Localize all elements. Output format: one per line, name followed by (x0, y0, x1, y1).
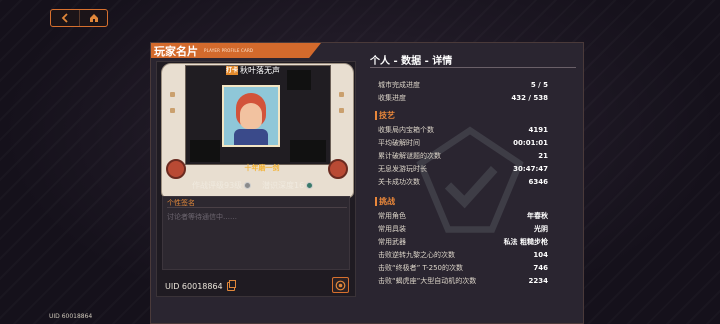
panel-title-bar: 玩家名片 PLAYER PROFILE CARD (151, 43, 321, 58)
left-dial-button (166, 159, 186, 179)
screen-banner: 十年磨一剑 (244, 164, 280, 172)
stat-label: 击败“蝎虎座”大型自动机的次数 (378, 277, 477, 285)
tetris-block (290, 140, 326, 162)
signature-text: 讨论者等待通信中…… (167, 213, 237, 221)
stat-value: 4191 (528, 126, 548, 134)
stat-row: 击败“蝎虎座”大型自动机的次数 2234 (378, 276, 548, 286)
depth-stat: 潜识深度16 (262, 180, 314, 191)
rank-stat: 作战评级93级 (192, 180, 252, 191)
stat-row: 收集局内宝箱个数 4191 (378, 125, 548, 135)
stat-value: 2234 (528, 277, 548, 285)
stat-row: 无息发游玩时长 30:47:47 (378, 164, 548, 174)
stat-value: 私法 粗糙步枪 (503, 238, 548, 246)
stat-value: 746 (533, 264, 548, 272)
stat-label: 收集进度 (378, 94, 406, 102)
stat-value: 21 (538, 152, 548, 160)
tetris-block (287, 70, 311, 90)
stat-row: 关卡成功次数 6346 (378, 177, 548, 187)
stat-label: 关卡成功次数 (378, 178, 420, 186)
stat-row: 平均破解时间 00:01:01 (378, 138, 548, 148)
card-uid-text: UID 60018864 (165, 282, 223, 291)
stat-label: 击败“终极者” T-250的次数 (378, 264, 463, 272)
section-challenge: 挑战 (375, 197, 395, 206)
screenshot-button[interactable] (332, 277, 349, 293)
side-knob (170, 108, 175, 113)
depth-icon (306, 182, 314, 189)
stat-label: 常用角色 (378, 212, 406, 220)
stat-value: 5 / 5 (530, 81, 548, 89)
stat-row: 常用角色 年春秋 (378, 211, 548, 221)
right-dial-button (328, 159, 348, 179)
home-icon (89, 14, 98, 22)
top-nav (50, 9, 108, 27)
stat-value: 年春秋 (527, 212, 548, 220)
section-skills: 技艺 (375, 111, 395, 120)
stat-value: 104 (533, 251, 548, 259)
stat-label: 平均破解时间 (378, 139, 420, 147)
side-knob (170, 92, 175, 97)
stat-value: 432 / 538 (511, 94, 548, 102)
copy-icon[interactable] (226, 280, 236, 291)
stat-label: 常用武器 (378, 238, 406, 246)
back-button[interactable] (51, 10, 79, 26)
camera-icon (335, 280, 346, 290)
stats-divider (370, 67, 576, 68)
stat-row: 常用具装 光阴 (378, 224, 548, 234)
avatar-body (234, 129, 268, 145)
stat-label: 城市完成进度 (378, 81, 420, 89)
panel-title: 玩家名片 (154, 44, 198, 58)
bottom-uid: UID 60018864 (49, 313, 93, 320)
stat-row: 收集进度 432 / 538 (378, 93, 548, 103)
home-button[interactable] (79, 10, 107, 26)
stat-row: 累计破解谜题的次数 21 (378, 151, 548, 161)
side-knob (339, 108, 344, 113)
stat-row: 常用武器 私法 粗糙步枪 (378, 237, 548, 247)
rank-label: 作战评级93级 (192, 181, 243, 190)
stat-label: 击败逆转九黎之心的次数 (378, 251, 455, 259)
screen-name: 秋叶落无声 (240, 66, 280, 75)
card-uid: UID 60018864 (165, 280, 236, 291)
stat-row: 击败逆转九黎之心的次数 104 (378, 250, 548, 260)
side-knob (339, 92, 344, 97)
stat-row: 击败“终极者” T-250的次数 746 (378, 263, 548, 273)
panel-subtitle: PLAYER PROFILE CARD (204, 48, 254, 53)
stats-title: 个人 - 数据 - 详情 (370, 56, 453, 67)
stat-value: 6346 (528, 178, 548, 186)
tetris-block (190, 140, 220, 162)
screen-tag: 打卡 (226, 66, 239, 75)
stat-label: 累计破解谜题的次数 (378, 152, 441, 160)
stat-label: 常用具装 (378, 225, 406, 233)
depth-label: 潜识深度16 (262, 181, 305, 190)
signature-divider (167, 207, 347, 208)
avatar (222, 85, 280, 147)
stat-label: 无息发游玩时长 (378, 165, 427, 173)
stat-value: 30:47:47 (513, 165, 548, 173)
stat-row: 城市完成进度 5 / 5 (378, 80, 548, 90)
avatar-face (240, 103, 262, 129)
stat-label: 收集局内宝箱个数 (378, 126, 434, 134)
rank-icon (244, 182, 252, 189)
stat-value: 光阴 (534, 225, 548, 233)
stat-value: 00:01:01 (513, 139, 548, 147)
back-arrow-icon (61, 13, 68, 23)
